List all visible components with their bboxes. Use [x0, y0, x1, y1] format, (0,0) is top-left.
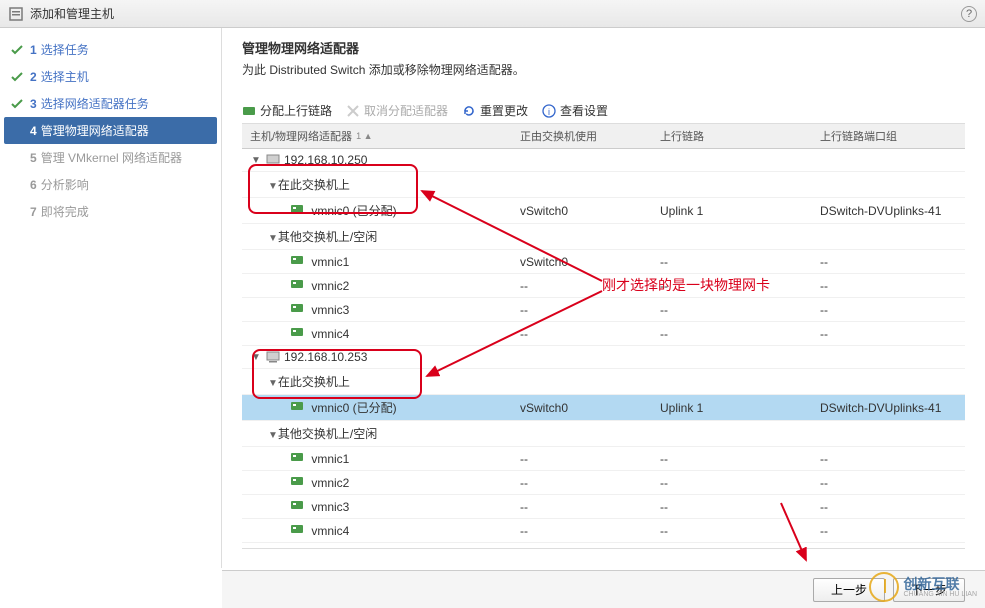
table-row[interactable]: vmnic2------ — [242, 274, 965, 298]
reset-button[interactable]: 重置更改 — [462, 102, 528, 119]
unassign-icon — [346, 104, 360, 118]
window-icon — [8, 6, 24, 22]
wizard-step-1[interactable]: 1选择任务 — [0, 36, 221, 63]
reset-icon — [462, 104, 476, 118]
expand-icon[interactable]: ▼ — [268, 430, 278, 441]
table-row[interactable]: ▼ 192.168.10.253 — [242, 346, 965, 369]
check-icon — [10, 97, 24, 111]
main-panel: 管理物理网络适配器 为此 Distributed Switch 添加或移除物理网… — [222, 28, 985, 568]
expand-icon[interactable]: ▼ — [250, 352, 262, 363]
wizard-step-7: 7即将完成 — [0, 198, 221, 225]
check-icon — [10, 43, 24, 57]
check-icon — [10, 151, 24, 165]
assign-icon — [242, 104, 256, 118]
expand-icon[interactable]: ▼ — [250, 155, 262, 166]
table-row[interactable]: vmnic4------ — [242, 322, 965, 346]
assign-uplink-button[interactable]: 分配上行链路 — [242, 102, 332, 119]
column-switch[interactable]: 正由交换机使用 — [512, 124, 652, 148]
table-row[interactable]: ▼ 192.168.10.250 — [242, 149, 965, 172]
table-row[interactable]: vmnic2------ — [242, 471, 965, 495]
info-icon: i — [542, 104, 556, 118]
table-row[interactable]: ▼在此交换机上 — [242, 172, 965, 198]
toolbar: 分配上行链路 取消分配适配器 重置更改 i 查看设置 — [242, 98, 965, 124]
table-row[interactable]: vmnic4------ — [242, 519, 965, 543]
expand-icon[interactable]: ▼ — [268, 181, 278, 192]
table-row[interactable]: ▼在此交换机上 — [242, 369, 965, 395]
check-icon — [10, 124, 24, 138]
titlebar: 添加和管理主机 ? — [0, 0, 985, 28]
column-name[interactable]: 主机/物理网络适配器1 ▲ — [242, 124, 512, 148]
column-port[interactable]: 上行链路端口组 — [812, 124, 965, 148]
table-row[interactable]: vmnic0 (已分配)vSwitch0Uplink 1DSwitch-DVUp… — [242, 395, 965, 421]
table-row[interactable]: ▼其他交换机上/空闲 — [242, 421, 965, 447]
next-button[interactable]: 下一步 — [893, 578, 965, 602]
page-description: 为此 Distributed Switch 添加或移除物理网络适配器。 — [242, 61, 965, 78]
wizard-sidebar: 1选择任务2选择主机3选择网络适配器任务4管理物理网络适配器5管理 VMkern… — [0, 28, 222, 568]
page-title: 管理物理网络适配器 — [242, 38, 965, 57]
column-uplink[interactable]: 上行链路 — [652, 124, 812, 148]
table-row[interactable]: vmnic1------ — [242, 447, 965, 471]
table-row[interactable]: vmnic3------ — [242, 495, 965, 519]
wizard-step-5: 5管理 VMkernel 网络适配器 — [0, 144, 221, 171]
table-row[interactable]: ▼其他交换机上/空闲 — [242, 224, 965, 250]
help-icon[interactable]: ? — [961, 6, 977, 22]
unassign-button: 取消分配适配器 — [346, 102, 448, 119]
wizard-step-6: 6分析影响 — [0, 171, 221, 198]
footer: 上一步 下一步 — [222, 570, 985, 608]
view-settings-button[interactable]: i 查看设置 — [542, 102, 608, 119]
window-title: 添加和管理主机 — [30, 5, 114, 22]
expand-icon[interactable]: ▼ — [268, 233, 278, 244]
table-header: 主机/物理网络适配器1 ▲ 正由交换机使用 上行链路 上行链路端口组 — [242, 124, 965, 149]
check-icon — [10, 205, 24, 219]
wizard-step-4[interactable]: 4管理物理网络适配器 — [4, 117, 217, 144]
back-button[interactable]: 上一步 — [813, 578, 885, 602]
sort-icon: 1 ▲ — [356, 131, 372, 141]
table-row[interactable]: vmnic3------ — [242, 298, 965, 322]
wizard-step-2[interactable]: 2选择主机 — [0, 63, 221, 90]
table-row[interactable]: vmnic1vSwitch0---- — [242, 250, 965, 274]
adapter-tree: ▼ 192.168.10.250▼在此交换机上 vmnic0 (已分配)vSwi… — [242, 149, 965, 549]
check-icon — [10, 70, 24, 84]
check-icon — [10, 178, 24, 192]
content: 1选择任务2选择主机3选择网络适配器任务4管理物理网络适配器5管理 VMkern… — [0, 28, 985, 568]
expand-icon[interactable]: ▼ — [268, 378, 278, 389]
wizard-step-3[interactable]: 3选择网络适配器任务 — [0, 90, 221, 117]
svg-text:i: i — [548, 107, 550, 117]
table-row[interactable]: vmnic0 (已分配)vSwitch0Uplink 1DSwitch-DVUp… — [242, 198, 965, 224]
